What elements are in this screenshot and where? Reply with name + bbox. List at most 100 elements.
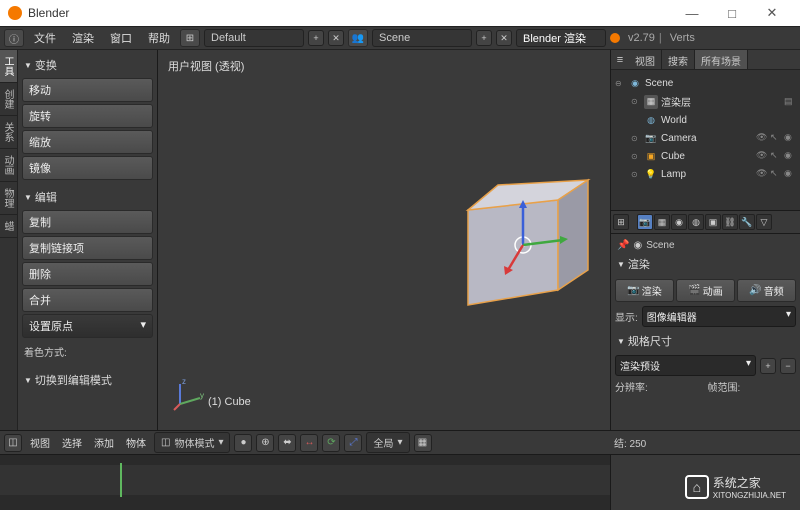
duplicate-linked-button[interactable]: 复制链接项: [22, 236, 153, 260]
outliner-lamp-row[interactable]: ⊙💡Lamp 👁↖◉: [613, 165, 798, 183]
world-context-icon[interactable]: ◍: [688, 214, 704, 230]
modifier-context-icon[interactable]: 🔧: [739, 214, 755, 230]
timeline-playhead[interactable]: [120, 463, 122, 497]
preset-add-button[interactable]: +: [760, 358, 776, 374]
scene-dropdown[interactable]: Scene: [372, 29, 472, 47]
outliner-tab-search[interactable]: 搜索: [662, 50, 695, 69]
display-dropdown[interactable]: 图像编辑器▾: [642, 306, 796, 327]
screen-layout-dropdown[interactable]: Default: [204, 29, 304, 47]
constraint-context-icon[interactable]: ⛓: [722, 214, 738, 230]
animation-button[interactable]: 🎬动画: [676, 279, 735, 302]
timeline-area[interactable]: [0, 455, 610, 510]
layout-delete-button[interactable]: ✕: [328, 30, 344, 46]
transform-panel-header[interactable]: 变换: [22, 54, 153, 76]
tab-animation[interactable]: 动画: [0, 149, 17, 182]
minimize-button[interactable]: —: [672, 0, 712, 26]
3d-viewport[interactable]: 用户视图 (透视) z y (1) Cube: [158, 50, 610, 430]
vp-menu-object[interactable]: 物体: [122, 435, 150, 450]
timeline-right-panel: [610, 455, 800, 510]
manipulator-scale-icon[interactable]: ⤢: [344, 434, 362, 452]
shading-solid-icon[interactable]: ●: [234, 434, 252, 452]
3dview-editor-icon[interactable]: ◫: [4, 434, 22, 452]
outliner-cube-row[interactable]: ⊙▣Cube 👁↖◉: [613, 147, 798, 165]
scene-browse-icon[interactable]: 👥: [348, 29, 368, 47]
tab-relations[interactable]: 关系: [0, 116, 17, 149]
rotate-button[interactable]: 旋转: [22, 104, 153, 128]
layout-add-button[interactable]: +: [308, 30, 324, 46]
pin-icon[interactable]: 📌: [617, 240, 629, 251]
outliner-scene-row[interactable]: ⊖◉Scene: [613, 74, 798, 92]
scale-button[interactable]: 缩放: [22, 130, 153, 154]
orientation-dropdown[interactable]: 全局▾: [366, 432, 409, 453]
vp-menu-view[interactable]: 视图: [26, 435, 54, 450]
delete-button[interactable]: 删除: [22, 262, 153, 286]
layers-icon[interactable]: ▦: [414, 434, 432, 452]
separator: |: [659, 32, 662, 44]
scene-delete-button[interactable]: ✕: [496, 30, 512, 46]
default-cube[interactable]: [438, 170, 598, 330]
tab-physics[interactable]: 物理: [0, 182, 17, 215]
audio-button[interactable]: 🔊音频: [737, 279, 796, 302]
vp-menu-select[interactable]: 选择: [58, 435, 86, 450]
restrict-select-icon[interactable]: ↖: [770, 150, 782, 162]
prop-editor-icon[interactable]: ⊞: [613, 214, 629, 230]
restrict-view-icon[interactable]: 👁: [756, 150, 768, 162]
render-context-icon[interactable]: 📷: [637, 214, 653, 230]
outliner-renderlayer-row[interactable]: ⊙▦渲染层 ▤: [613, 92, 798, 111]
layout-browse-icon[interactable]: ⊞: [180, 29, 200, 47]
blender-icon: [610, 33, 620, 43]
tab-grease[interactable]: 蜡: [0, 215, 17, 238]
join-button[interactable]: 合并: [22, 288, 153, 312]
data-context-icon[interactable]: ▽: [756, 214, 772, 230]
restrict-select-icon[interactable]: ↖: [770, 168, 782, 180]
set-origin-dropdown[interactable]: 设置原点 ▾: [22, 314, 153, 338]
outliner-tab-all-scenes[interactable]: 所有场景: [695, 50, 748, 69]
menu-render[interactable]: 渲染: [66, 27, 100, 49]
mode-dropdown[interactable]: ◫物体模式▾: [154, 432, 230, 453]
render-engine-dropdown[interactable]: Blender 渲染: [516, 29, 606, 47]
edit-panel-header[interactable]: 编辑: [22, 186, 153, 208]
outliner-editor-icon[interactable]: ≡: [611, 50, 629, 69]
restrict-view-icon[interactable]: 👁: [756, 168, 768, 180]
manipulator-translate-icon[interactable]: ↔: [300, 434, 318, 452]
maximize-button[interactable]: □: [712, 0, 752, 26]
close-button[interactable]: ✕: [752, 0, 792, 26]
scene-icon: ◉: [633, 240, 642, 251]
mirror-button[interactable]: 镜像: [22, 156, 153, 180]
preset-remove-button[interactable]: −: [780, 358, 796, 374]
translate-button[interactable]: 移动: [22, 78, 153, 102]
active-object-label: (1) Cube: [208, 396, 251, 408]
tab-create[interactable]: 创建: [0, 83, 17, 116]
outliner[interactable]: ⊖◉Scene ⊙▦渲染层 ▤ ◍World ⊙📷Camera 👁↖◉ ⊙▣Cu…: [611, 70, 800, 210]
duplicate-button[interactable]: 复制: [22, 210, 153, 234]
menu-file[interactable]: 文件: [28, 27, 62, 49]
dimensions-panel-header[interactable]: 规格尺寸: [615, 330, 796, 352]
outliner-tab-view[interactable]: 视图: [629, 50, 662, 69]
menu-window[interactable]: 窗口: [104, 27, 138, 49]
renderlayer-context-icon[interactable]: ▦: [654, 214, 670, 230]
render-panel-header[interactable]: 渲染: [615, 253, 796, 275]
restrict-view-icon[interactable]: 👁: [756, 132, 768, 144]
outliner-camera-row[interactable]: ⊙📷Camera 👁↖◉: [613, 129, 798, 147]
breadcrumb-scene[interactable]: Scene: [646, 240, 674, 251]
tab-tools[interactable]: 工具: [0, 50, 17, 83]
timeline-track[interactable]: [0, 465, 610, 495]
pivot-icon[interactable]: ⊕: [256, 434, 274, 452]
restrict-render-icon[interactable]: ◉: [784, 168, 796, 180]
switch-edit-header[interactable]: 切换到编辑模式: [22, 369, 153, 391]
vp-menu-add[interactable]: 添加: [90, 435, 118, 450]
render-button[interactable]: 📷渲染: [615, 279, 674, 302]
manipulator-rotate-icon[interactable]: ⟳: [322, 434, 340, 452]
scene-context-icon[interactable]: ◉: [671, 214, 687, 230]
object-context-icon[interactable]: ▣: [705, 214, 721, 230]
restrict-render-icon[interactable]: ◉: [784, 150, 796, 162]
info-editor-icon[interactable]: ⓘ: [4, 29, 24, 47]
restrict-select-icon[interactable]: ↖: [770, 132, 782, 144]
manipulator-toggle-icon[interactable]: ⬌: [278, 434, 296, 452]
menu-help[interactable]: 帮助: [142, 27, 176, 49]
scene-add-button[interactable]: +: [476, 30, 492, 46]
stats-label: Verts: [670, 32, 695, 44]
restrict-render-icon[interactable]: ◉: [784, 132, 796, 144]
outliner-world-row[interactable]: ◍World: [613, 111, 798, 129]
render-preset-dropdown[interactable]: 渲染预设▾: [615, 355, 756, 376]
